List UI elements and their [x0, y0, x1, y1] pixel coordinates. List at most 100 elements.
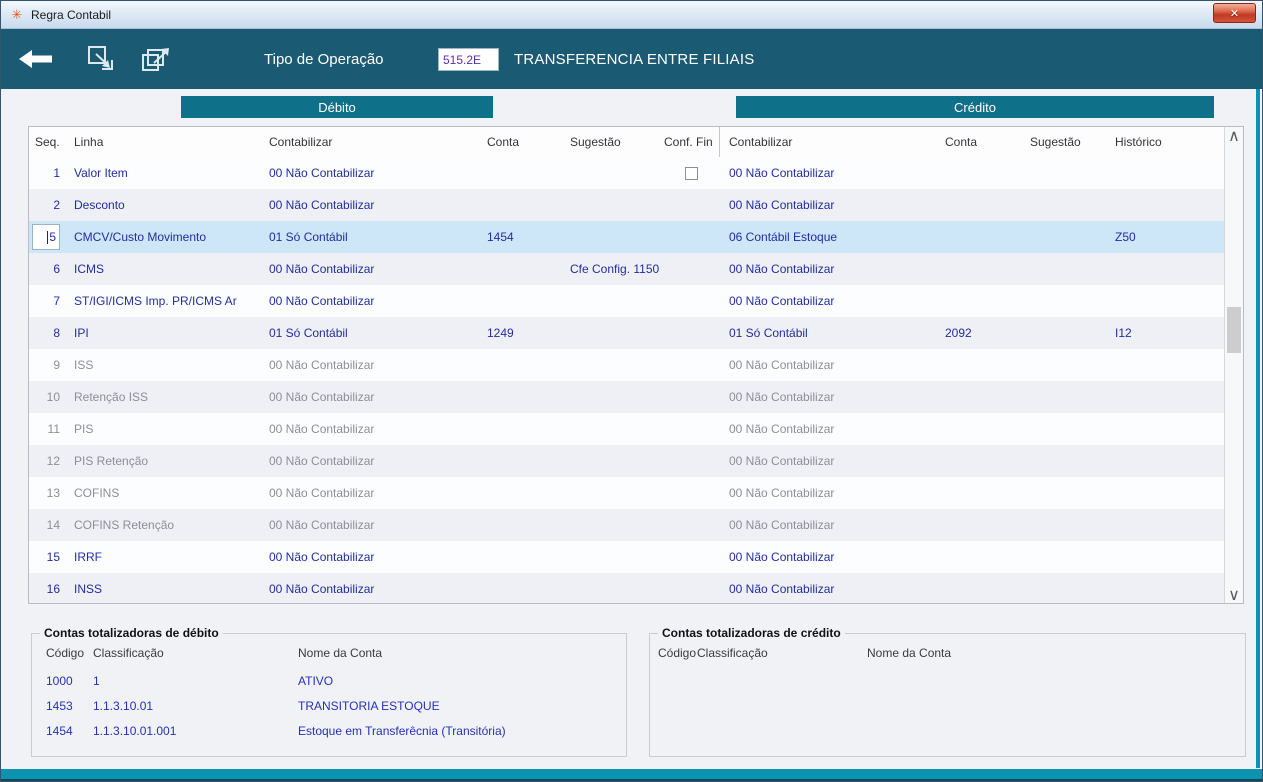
- table-row[interactable]: 1 Valor Item 00 Não Contabilizar 00 Não Con…: [29, 157, 1224, 189]
- scroll-thumb[interactable]: [1227, 307, 1241, 353]
- cell-conf-fin: [662, 317, 720, 349]
- window-title: Regra Contabil: [31, 7, 112, 22]
- credit-totals-header: Código Classificação Nome da Conta: [650, 646, 1245, 660]
- credit-section-bar: Crédito: [736, 96, 1214, 118]
- debit-totals-rows: 1000 1 ATIVO 1453 1.1.3.10.01 TRANSITORIA EST…: [32, 668, 626, 743]
- regra-contabil-window: ✳ Regra Contabil ✕ Tipo de Operação 515.…: [0, 0, 1263, 782]
- cell-credit-contabilizar: 00 Não Contabilizar: [729, 582, 835, 596]
- totals-codigo: 1454: [46, 723, 73, 738]
- table-row[interactable]: 5 CMCV/Custo Movimento 01 Só Contábil 1454 0…: [29, 221, 1224, 253]
- text-caret: [47, 230, 49, 244]
- cell-conf-fin: [662, 221, 720, 253]
- grid-header: Seq. Linha Contabilizar Conta Sugestão C…: [29, 127, 1243, 157]
- cell-credit-contabilizar: 00 Não Contabilizar: [729, 262, 835, 276]
- window-right-accent: [1256, 89, 1260, 768]
- credit-section-label: Crédito: [954, 99, 996, 115]
- cell-linha: PIS: [74, 422, 94, 436]
- table-row[interactable]: 11 PIS 00 Não Contabilizar 00 Não Contabili…: [29, 413, 1224, 445]
- cell-debit-conta: 1249: [487, 326, 514, 340]
- totals-row: 1454 1.1.3.10.01.001 Estoque em Transferêc…: [32, 718, 626, 743]
- cell-conf-fin: [662, 157, 720, 189]
- cell-linha: IPI: [74, 326, 89, 340]
- totals-nome: ATIVO: [298, 673, 334, 688]
- debit-section-bar: Débito: [181, 96, 493, 118]
- table-row[interactable]: 13 COFINS 00 Não Contabilizar 00 Não Contab…: [29, 477, 1224, 509]
- cell-debit-contabilizar: 00 Não Contabilizar: [269, 518, 375, 532]
- table-row[interactable]: 12 PIS Retenção 00 Não Contabilizar 00 Não …: [29, 445, 1224, 477]
- cell-credit-contabilizar: 00 Não Contabilizar: [729, 518, 835, 532]
- operation-code-input[interactable]: [438, 48, 499, 71]
- cell-credit-contabilizar: 01 Só Contábil: [729, 326, 808, 340]
- cell-seq: 9: [53, 358, 60, 372]
- square-arrow-out-icon: [88, 46, 113, 70]
- back-button[interactable]: [17, 47, 53, 71]
- cell-seq: 15: [46, 550, 60, 564]
- debit-totals-title: Contas totalizadoras de débito: [40, 626, 223, 640]
- table-row[interactable]: 9 ISS 00 Não Contabilizar 00 Não Contabiliz…: [29, 349, 1224, 381]
- cell-credit-contabilizar: 00 Não Contabilizar: [729, 454, 835, 468]
- conf-fin-checkbox[interactable]: [684, 166, 698, 180]
- table-row[interactable]: 15 IRRF 00 Não Contabilizar 00 Não Contabil…: [29, 541, 1224, 573]
- col-debit-sugestao: Sugestão: [570, 135, 621, 149]
- cell-linha: Valor Item: [74, 166, 128, 180]
- cell-credit-contabilizar: 00 Não Contabilizar: [729, 550, 835, 564]
- operation-type-label: Tipo de Operação: [264, 50, 384, 68]
- cell-seq: 13: [46, 486, 60, 500]
- totals-classificacao: 1.1.3.10.01: [93, 698, 154, 713]
- totals-nome: Estoque em Transferêcnia (Transitória): [298, 723, 506, 738]
- cell-seq: 8: [53, 326, 60, 340]
- debit-totals-header: Código Classificação Nome da Conta: [32, 646, 626, 660]
- scroll-up-button[interactable]: ∧: [1225, 127, 1243, 145]
- cell-debit-contabilizar: 00 Não Contabilizar: [269, 582, 375, 596]
- table-row[interactable]: 14 COFINS Retenção 00 Não Contabilizar 00 N…: [29, 509, 1224, 541]
- table-row[interactable]: 10 Retenção ISS 00 Não Contabilizar 00 Não …: [29, 381, 1224, 413]
- cell-conf-fin: [662, 381, 720, 413]
- open-new-window-button[interactable]: [141, 45, 173, 73]
- cell-debit-sugestao: Cfe Config. 1150: [570, 262, 660, 276]
- totals-nome: TRANSITORIA ESTOQUE: [298, 698, 440, 713]
- cell-seq: 7: [53, 294, 60, 308]
- cell-seq: 6: [53, 262, 60, 276]
- grid-body: 1 Valor Item 00 Não Contabilizar 00 Não Con…: [29, 157, 1224, 603]
- cell-debit-contabilizar: 00 Não Contabilizar: [269, 550, 375, 564]
- close-button[interactable]: ✕: [1213, 3, 1256, 23]
- totals-codigo: 1453: [46, 698, 73, 713]
- table-row[interactable]: 2 Desconto 00 Não Contabilizar 00 Não Conta…: [29, 189, 1224, 221]
- cell-linha: PIS Retenção: [74, 454, 149, 468]
- cell-seq: 5: [29, 224, 66, 250]
- cell-debit-contabilizar: 00 Não Contabilizar: [269, 422, 375, 436]
- vertical-scrollbar[interactable]: ∧ ∨: [1224, 127, 1243, 604]
- debit-section-label: Débito: [318, 99, 356, 115]
- cell-debit-conta: 1454: [487, 230, 514, 244]
- col-codigo: Código: [658, 646, 697, 660]
- cell-conf-fin: [662, 509, 720, 541]
- cell-debit-contabilizar: 00 Não Contabilizar: [269, 262, 375, 276]
- cell-conf-fin: [662, 541, 720, 573]
- cell-conf-fin: [662, 573, 720, 603]
- rules-grid: Seq. Linha Contabilizar Conta Sugestão C…: [28, 126, 1244, 604]
- close-icon: ✕: [1229, 7, 1240, 20]
- cell-conf-fin: [662, 285, 720, 317]
- col-debit-contabilizar: Contabilizar: [269, 135, 333, 149]
- window-bottom-edge: [1, 779, 1262, 781]
- export-button[interactable]: [87, 45, 117, 73]
- scroll-down-button[interactable]: ∨: [1225, 586, 1243, 604]
- col-credit-contabilizar: Contabilizar: [729, 135, 793, 149]
- col-nome-da-conta: Nome da Conta: [298, 646, 383, 660]
- title-bar: ✳ Regra Contabil ✕: [1, 1, 1262, 29]
- cell-linha: Desconto: [74, 198, 125, 212]
- table-row[interactable]: 16 INSS 00 Não Contabilizar 00 Não Contabil…: [29, 573, 1224, 603]
- table-row[interactable]: 6 ICMS 00 Não Contabilizar Cfe Config. 1150…: [29, 253, 1224, 285]
- seq-edit-field[interactable]: 5: [32, 224, 60, 250]
- operation-name: TRANSFERENCIA ENTRE FILIAIS: [514, 50, 755, 68]
- table-row[interactable]: 8 IPI 01 Só Contábil 1249 01 Só Contábil 2092…: [29, 317, 1224, 349]
- table-row[interactable]: 7 ST/IGI/ICMS Imp. PR/ICMS Ar 00 Não Conta…: [29, 285, 1224, 317]
- totals-classificacao: 1.1.3.10.01.001: [93, 723, 177, 738]
- cell-debit-contabilizar: 00 Não Contabilizar: [269, 358, 375, 372]
- cell-credit-contabilizar: 06 Contábil Estoque: [729, 230, 838, 244]
- cell-conf-fin: [662, 349, 720, 381]
- cell-linha: Retenção ISS: [74, 390, 149, 404]
- cell-credit-conta: 2092: [945, 326, 972, 340]
- col-codigo: Código: [46, 646, 85, 660]
- cell-linha: ISS: [74, 358, 94, 372]
